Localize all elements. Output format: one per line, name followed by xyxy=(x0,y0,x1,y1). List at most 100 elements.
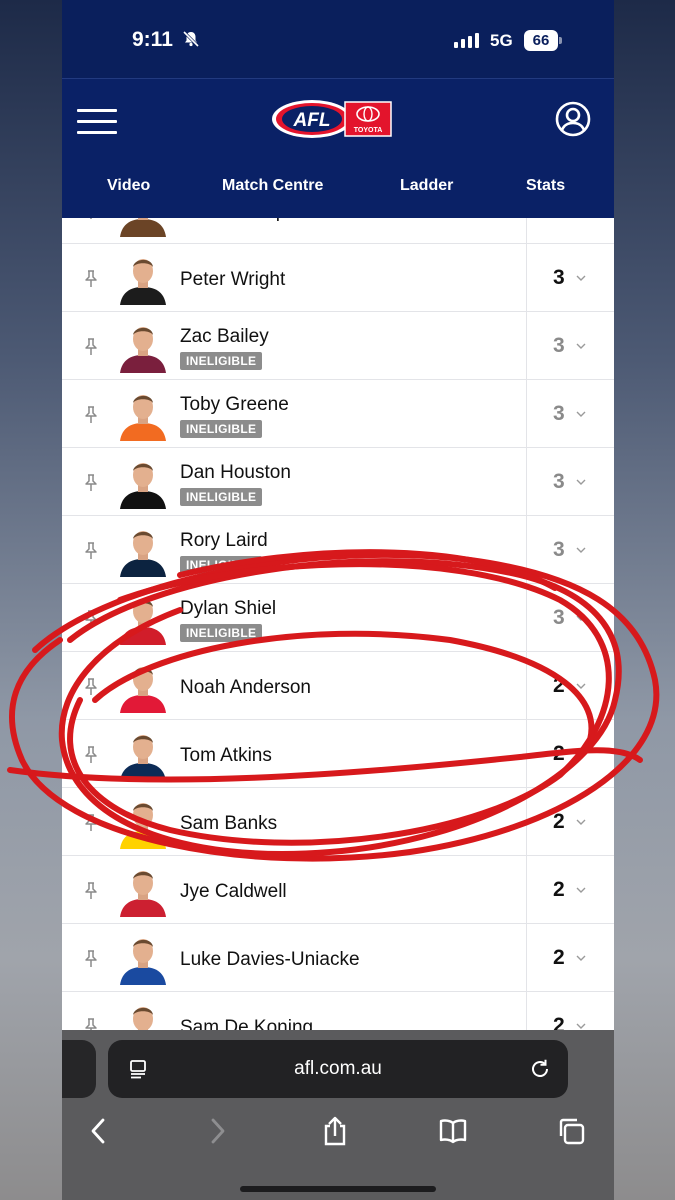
player-row[interactable]: Dan Houston INELIGIBLE 3 xyxy=(62,448,614,516)
player-name[interactable]: James Worpel xyxy=(180,218,301,223)
vote-count[interactable]: 2 xyxy=(553,810,565,834)
player-name[interactable]: Rory Laird xyxy=(180,530,268,552)
chevron-down-icon[interactable] xyxy=(576,410,586,418)
vote-count[interactable]: 2 xyxy=(553,878,565,902)
player-row[interactable]: Jye Caldwell 2 xyxy=(62,856,614,924)
vote-count[interactable]: 2 xyxy=(553,946,565,970)
pin-icon[interactable] xyxy=(84,542,98,560)
chevron-down-icon[interactable] xyxy=(576,614,586,622)
chevron-down-icon[interactable] xyxy=(576,1022,586,1030)
player-row[interactable]: Rory Laird INELIGIBLE 3 xyxy=(62,516,614,584)
vote-count[interactable]: 2 xyxy=(553,674,565,698)
vote-count[interactable]: 3 xyxy=(553,266,565,290)
player-name[interactable]: Zac Bailey xyxy=(180,326,269,348)
player-avatar xyxy=(120,531,166,577)
pin-icon[interactable] xyxy=(84,338,98,356)
forward-icon[interactable] xyxy=(202,1116,232,1146)
pin-icon[interactable] xyxy=(84,678,98,696)
vote-count[interactable]: 3 xyxy=(553,334,565,358)
afl-toyota-logo[interactable]: AFL TOYOTA xyxy=(272,99,392,139)
player-name[interactable]: Sam Banks xyxy=(180,813,277,835)
player-row[interactable]: Peter Wright 3 xyxy=(62,244,614,312)
back-icon[interactable] xyxy=(84,1116,114,1146)
battery-icon: 66 xyxy=(524,30,558,51)
player-name[interactable]: Toby Greene xyxy=(180,394,289,416)
pin-icon[interactable] xyxy=(84,882,98,900)
column-divider xyxy=(526,720,527,788)
status-bar: 9:11 5G 66 xyxy=(62,0,614,78)
player-row[interactable]: Luke Davies-Uniacke 2 xyxy=(62,924,614,992)
player-name[interactable]: Noah Anderson xyxy=(180,677,311,699)
player-name[interactable]: Jye Caldwell xyxy=(180,881,287,903)
ineligible-badge: INELIGIBLE xyxy=(180,420,263,438)
column-divider xyxy=(526,380,527,448)
chevron-down-icon[interactable] xyxy=(576,954,586,962)
previous-tab-pill[interactable] xyxy=(62,1040,96,1098)
bookmarks-icon[interactable] xyxy=(438,1116,468,1146)
column-divider xyxy=(526,516,527,584)
tabs-icon[interactable] xyxy=(556,1116,586,1146)
pin-icon[interactable] xyxy=(84,950,98,968)
player-avatar xyxy=(120,735,166,781)
nav-stats[interactable]: Stats xyxy=(526,177,565,195)
vote-count[interactable]: 3 xyxy=(553,538,565,562)
pin-icon[interactable] xyxy=(84,406,98,424)
chevron-down-icon[interactable] xyxy=(576,886,586,894)
player-row[interactable]: Dylan Shiel INELIGIBLE 3 xyxy=(62,584,614,652)
chevron-down-icon[interactable] xyxy=(576,478,586,486)
vote-count[interactable]: 3 xyxy=(553,402,565,426)
menu-icon[interactable] xyxy=(77,109,117,134)
pin-icon[interactable] xyxy=(84,814,98,832)
pin-icon[interactable] xyxy=(84,746,98,764)
chevron-down-icon[interactable] xyxy=(576,750,586,758)
player-avatar xyxy=(120,803,166,849)
chevron-down-icon[interactable] xyxy=(576,274,586,282)
url-text: afl.com.au xyxy=(294,1058,382,1079)
column-divider xyxy=(526,584,527,652)
pin-icon[interactable] xyxy=(84,474,98,492)
sponsor-text: TOYOTA xyxy=(354,127,383,134)
nav-ladder[interactable]: Ladder xyxy=(400,177,453,195)
player-row[interactable]: Noah Anderson 2 xyxy=(62,652,614,720)
signal-strength-icon xyxy=(454,33,479,48)
vote-count[interactable]: 3 xyxy=(553,606,565,630)
pin-icon[interactable] xyxy=(84,610,98,628)
column-divider xyxy=(526,788,527,856)
player-row[interactable]: James Worpel xyxy=(62,218,614,244)
vote-count[interactable]: 2 xyxy=(553,742,565,766)
column-divider xyxy=(526,448,527,516)
account-icon[interactable] xyxy=(555,101,591,137)
main-nav: Video Match Centre Ladder Stats xyxy=(62,177,614,201)
player-name[interactable]: Peter Wright xyxy=(180,269,285,291)
network-label: 5G xyxy=(490,31,513,50)
nav-match-centre[interactable]: Match Centre xyxy=(222,177,323,195)
player-row[interactable]: Tom Atkins 2 xyxy=(62,720,614,788)
player-row[interactable]: Sam Banks 2 xyxy=(62,788,614,856)
player-row[interactable]: Zac Bailey INELIGIBLE 3 xyxy=(62,312,614,380)
column-divider xyxy=(526,856,527,924)
player-name[interactable]: Dylan Shiel xyxy=(180,598,276,620)
ineligible-badge: INELIGIBLE xyxy=(180,488,263,506)
chevron-down-icon[interactable] xyxy=(576,342,586,350)
chevron-down-icon[interactable] xyxy=(576,546,586,554)
pin-icon[interactable] xyxy=(84,270,98,288)
chevron-down-icon[interactable] xyxy=(576,818,586,826)
reload-icon[interactable] xyxy=(529,1058,551,1080)
nav-video[interactable]: Video xyxy=(107,177,150,195)
site-header: AFL TOYOTA Video Match Centre Ladder Sta… xyxy=(62,78,614,218)
address-bar[interactable]: afl.com.au xyxy=(108,1040,568,1098)
player-name[interactable]: Tom Atkins xyxy=(180,745,272,767)
player-avatar xyxy=(120,395,166,441)
column-divider xyxy=(526,312,527,380)
chevron-down-icon[interactable] xyxy=(576,682,586,690)
player-row[interactable]: Toby Greene INELIGIBLE 3 xyxy=(62,380,614,448)
share-icon[interactable] xyxy=(320,1116,350,1146)
home-indicator xyxy=(240,1186,436,1192)
player-avatar xyxy=(120,259,166,305)
vote-count[interactable]: 3 xyxy=(553,470,565,494)
phone-screen: 9:11 5G 66 AFL TOYOTA Video Match Centre… xyxy=(62,0,614,1200)
pin-icon[interactable] xyxy=(84,218,98,220)
player-name[interactable]: Luke Davies-Uniacke xyxy=(180,949,360,971)
player-name[interactable]: Dan Houston xyxy=(180,462,291,484)
player-avatar xyxy=(120,871,166,917)
